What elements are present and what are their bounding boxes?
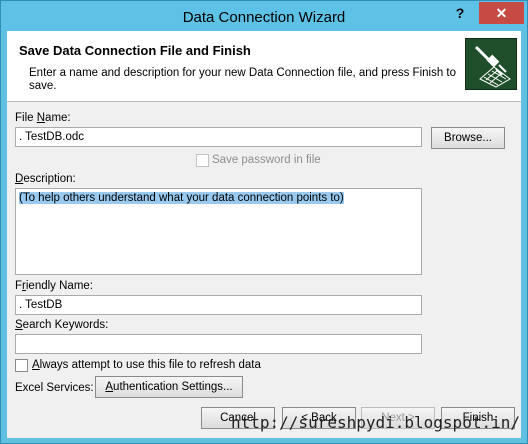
friendly-name-input[interactable]: . TestDB	[15, 295, 422, 315]
description-text: (To help others understand what your dat…	[19, 192, 344, 204]
save-password-checkbox[interactable]	[196, 154, 209, 167]
wizard-header: Save Data Connection File and Finish Ent…	[7, 31, 521, 102]
header-title: Save Data Connection File and Finish	[19, 43, 251, 58]
friendly-name-label: Friendly Name:	[15, 280, 93, 292]
browse-button[interactable]: Browse...	[431, 127, 505, 149]
data-connection-icon	[465, 38, 517, 90]
help-button[interactable]: ?	[443, 2, 477, 24]
authentication-settings-button[interactable]: Authentication Settings...	[95, 376, 243, 398]
search-keywords-label: Search Keywords:	[15, 319, 109, 331]
always-attempt-checkbox[interactable]	[15, 359, 28, 372]
close-button[interactable]: ✕	[479, 2, 524, 24]
file-name-input[interactable]: . TestDB.odc	[15, 127, 422, 147]
save-password-label: Save password in file	[212, 154, 321, 166]
description-label: Description:	[15, 173, 76, 185]
description-textarea[interactable]: (To help others understand what your dat…	[15, 188, 422, 275]
wizard-window: Data Connection Wizard ? ✕ Save Data Con…	[0, 0, 528, 444]
file-name-label: File Name:	[15, 112, 71, 124]
search-keywords-input[interactable]	[15, 334, 422, 354]
header-description: Enter a name and description for your ne…	[29, 67, 457, 92]
wizard-body: Save Data Connection File and Finish Ent…	[7, 31, 521, 438]
excel-services-label: Excel Services:	[15, 382, 94, 394]
watermark-text: http://sureshpydi.blogspot.in/	[231, 413, 520, 432]
always-attempt-label[interactable]: Always attempt to use this file to refre…	[32, 359, 261, 371]
title-bar[interactable]: Data Connection Wizard ? ✕	[1, 1, 527, 31]
